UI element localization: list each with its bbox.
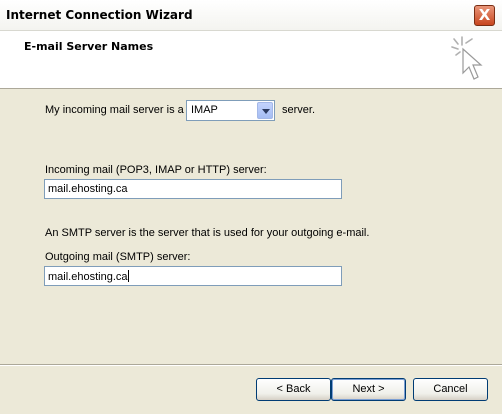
next-button[interactable]: Next > xyxy=(331,378,406,401)
incoming-server-input[interactable]: mail.ehosting.ca xyxy=(44,179,342,199)
wizard-sparkle-cursor-icon xyxy=(451,36,483,80)
footer-divider xyxy=(0,364,502,366)
incoming-server-suffix: server. xyxy=(282,104,316,116)
wizard-header: E-mail Server Names xyxy=(0,31,502,89)
title-bar: Internet Connection Wizard X xyxy=(0,0,502,31)
back-button[interactable]: < Back xyxy=(256,378,331,401)
text-caret xyxy=(127,270,129,282)
smtp-note: An SMTP server is the server that is use… xyxy=(45,227,370,239)
server-type-select[interactable]: IMAP xyxy=(186,100,275,121)
outgoing-server-label: Outgoing mail (SMTP) server: xyxy=(45,251,191,263)
outgoing-server-value: mail.ehosting.ca xyxy=(48,271,128,283)
chevron-down-icon[interactable] xyxy=(257,102,273,119)
outgoing-server-input[interactable]: mail.ehosting.ca xyxy=(44,266,342,286)
cancel-button[interactable]: Cancel xyxy=(413,378,488,401)
server-type-value: IMAP xyxy=(191,104,218,116)
close-button[interactable]: X xyxy=(474,5,495,26)
incoming-server-value: mail.ehosting.ca xyxy=(48,183,128,195)
window-title: Internet Connection Wizard xyxy=(6,8,193,22)
page-title: E-mail Server Names xyxy=(24,40,154,53)
incoming-server-prefix: My incoming mail server is a xyxy=(45,104,184,116)
incoming-server-label: Incoming mail (POP3, IMAP or HTTP) serve… xyxy=(45,164,267,176)
